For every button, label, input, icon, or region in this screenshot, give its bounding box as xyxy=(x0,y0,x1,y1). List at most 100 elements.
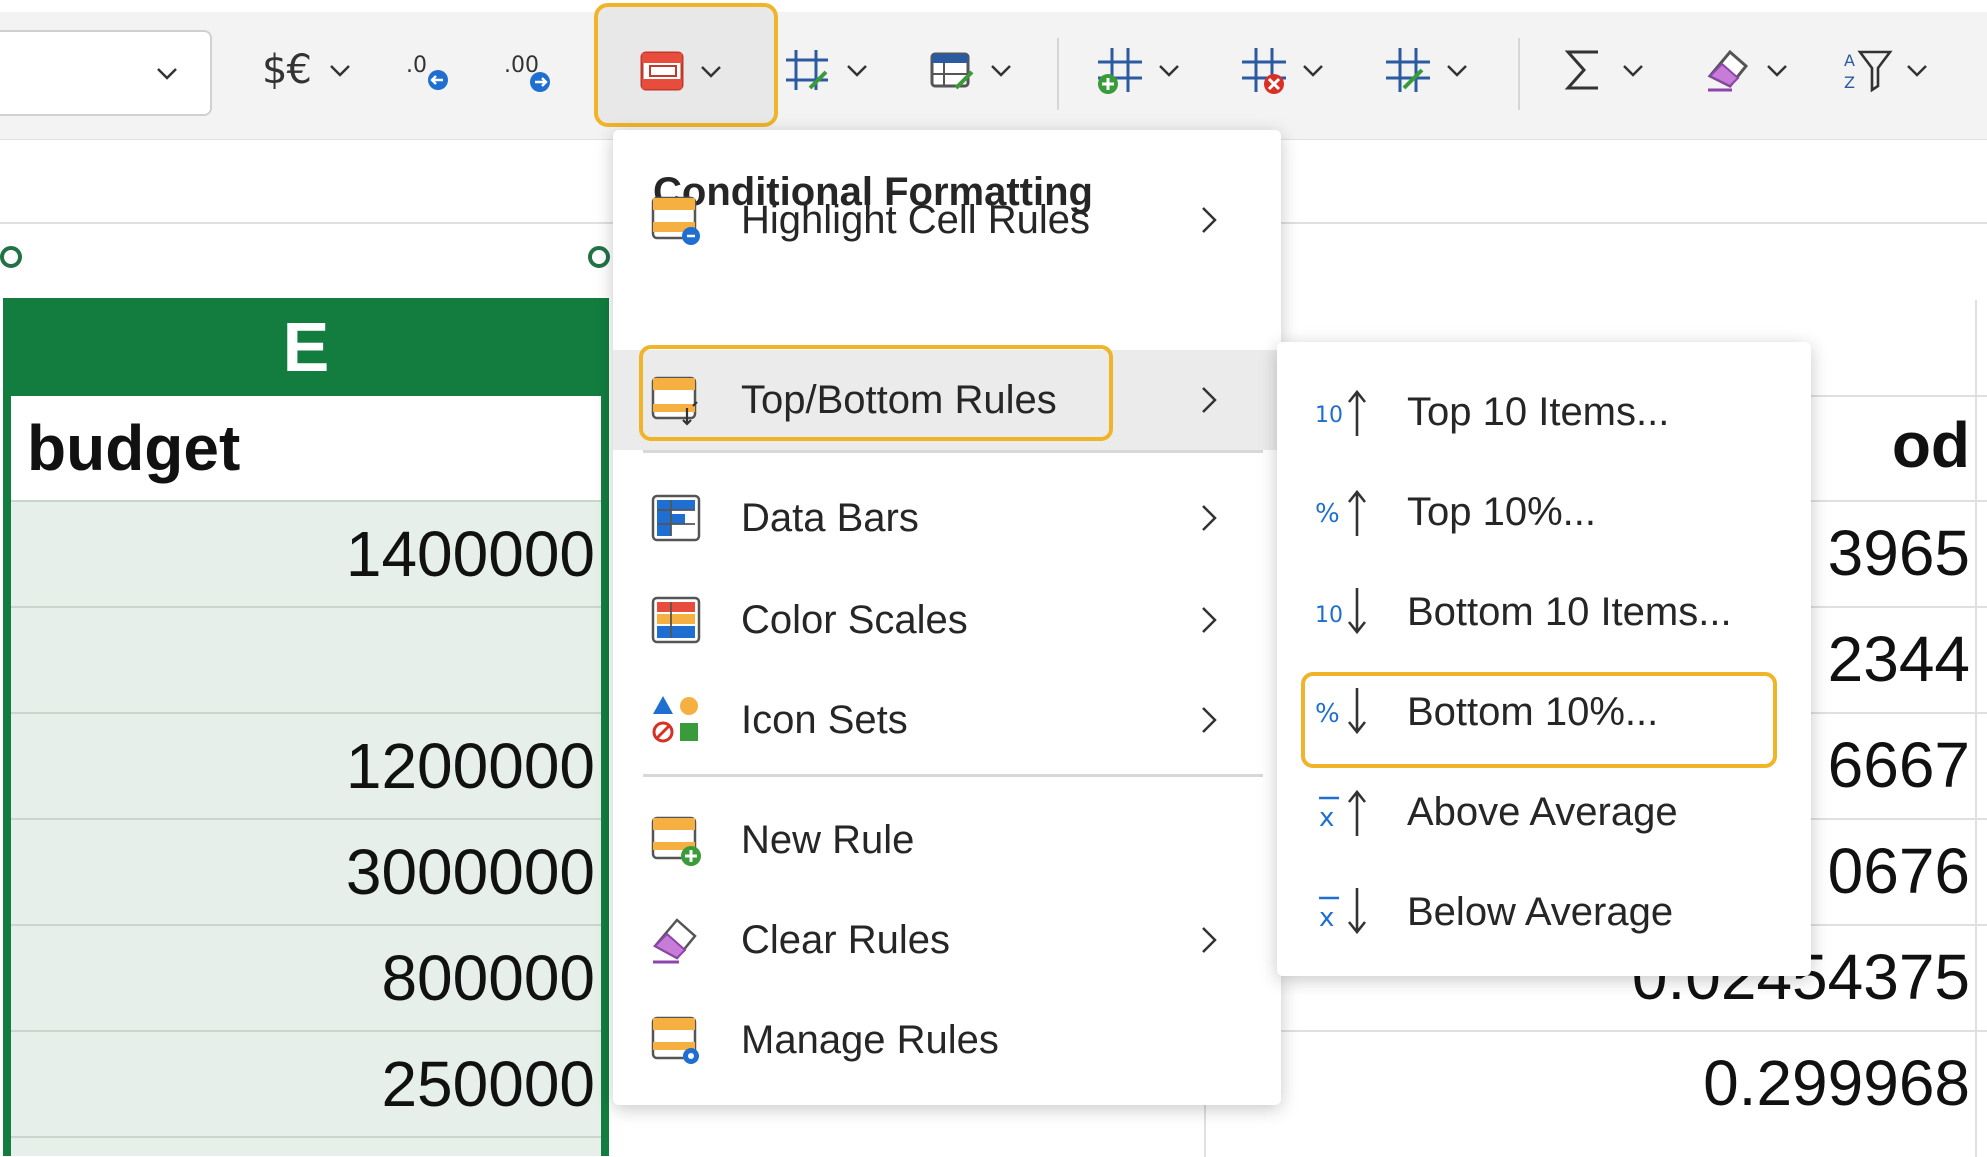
svg-text:%: % xyxy=(1315,499,1340,529)
color-scales-icon xyxy=(649,592,705,648)
gridline xyxy=(1975,300,1977,1157)
menu-item-new-rule[interactable]: New Rule xyxy=(613,790,1281,890)
eraser-icon xyxy=(1700,42,1756,98)
table-cell[interactable]: 3000000 xyxy=(11,820,601,926)
svg-text:x: x xyxy=(1319,903,1334,933)
menu-item-color-scales[interactable]: Color Scales xyxy=(613,570,1281,670)
clear-button[interactable] xyxy=(1700,40,1792,100)
chevron-down-icon xyxy=(1442,55,1472,85)
submenu-item-top-10-percent[interactable]: % Top 10%... xyxy=(1277,462,1811,562)
ribbon-toolbar: $€ .0 .00 A Z xyxy=(0,0,1987,140)
submenu-item-bottom-10-items[interactable]: 10 Bottom 10 Items... xyxy=(1277,562,1811,662)
toolbar-separator xyxy=(1518,38,1520,110)
toolbar-separator xyxy=(1057,38,1059,110)
menu-item-label: Clear Rules xyxy=(741,917,950,962)
conditional-formatting-icon xyxy=(634,43,690,99)
chevron-right-icon xyxy=(1191,500,1227,536)
chevron-right-icon xyxy=(1191,922,1227,958)
svg-text:x: x xyxy=(1319,803,1334,833)
sort-filter-icon: A Z xyxy=(1840,42,1896,98)
format-cells-icon xyxy=(1380,42,1436,98)
format-cells-button[interactable] xyxy=(1380,40,1472,100)
highlight-box xyxy=(639,345,1113,441)
delete-cells-icon xyxy=(1236,42,1292,98)
svg-text:10: 10 xyxy=(1315,403,1343,428)
icon-sets-icon xyxy=(649,692,705,748)
submenu-item-label: Bottom 10 Items... xyxy=(1407,589,1732,634)
decrease-decimal-icon: .0 xyxy=(400,42,456,98)
autosum-button[interactable] xyxy=(1556,40,1648,100)
top-bottom-rules-submenu: 10 Top 10 Items... % Top 10%... 10 Botto… xyxy=(1277,342,1811,976)
below-average-icon: x xyxy=(1313,882,1373,942)
menu-item-icon-sets[interactable]: Icon Sets xyxy=(613,670,1281,770)
table-cell[interactable]: 1400000 xyxy=(11,502,601,608)
increase-decimal-button[interactable]: .00 xyxy=(500,40,556,100)
selection-handle[interactable] xyxy=(588,246,610,268)
conditional-formatting-menu: Conditional Formatting Highlight Cell Ru… xyxy=(613,130,1281,1105)
selection-handle[interactable] xyxy=(0,246,22,268)
chevron-down-icon xyxy=(842,55,872,85)
cell-budget-header[interactable]: budget xyxy=(11,396,601,502)
svg-text:A: A xyxy=(1844,51,1855,70)
menu-item-label: Data Bars xyxy=(741,495,919,540)
menu-item-label: Highlight Cell Rules xyxy=(741,197,1091,242)
submenu-item-label: Above Average xyxy=(1407,789,1678,834)
svg-text:.0: .0 xyxy=(406,53,427,78)
svg-text:10: 10 xyxy=(1315,603,1343,628)
table-cell[interactable]: 800000 xyxy=(11,926,601,1032)
chevron-down-icon xyxy=(152,58,182,88)
chevron-right-icon xyxy=(1191,702,1227,738)
submenu-item-below-average[interactable]: x Below Average xyxy=(1277,862,1811,962)
increase-decimal-icon: .00 xyxy=(500,42,556,98)
chevron-down-icon xyxy=(1762,55,1792,85)
new-rule-icon xyxy=(649,812,705,868)
menu-item-label: New Rule xyxy=(741,817,915,862)
menu-item-manage-rules[interactable]: Manage Rules xyxy=(613,990,1281,1090)
delete-cells-button[interactable] xyxy=(1236,40,1328,100)
table-cell[interactable] xyxy=(11,608,601,714)
column-header-e[interactable]: E xyxy=(3,298,609,396)
format-as-table-button[interactable] xyxy=(780,40,872,100)
menu-item-data-bars[interactable]: Data Bars xyxy=(613,468,1281,568)
conditional-formatting-button[interactable] xyxy=(594,3,778,127)
decrease-decimal-button[interactable]: .0 xyxy=(400,40,456,100)
chevron-down-icon xyxy=(1154,55,1184,85)
highlight-box xyxy=(1301,672,1777,768)
format-as-table-icon xyxy=(780,42,836,98)
submenu-item-label: Top 10%... xyxy=(1407,489,1597,534)
menu-separator xyxy=(643,450,1263,453)
insert-cells-button[interactable] xyxy=(1092,40,1184,100)
table-cell[interactable]: 250000 xyxy=(11,1032,601,1138)
chevron-right-icon xyxy=(1191,202,1227,238)
above-average-icon: x xyxy=(1313,782,1373,842)
top-10-percent-icon: % xyxy=(1313,482,1373,542)
menu-item-label: Color Scales xyxy=(741,597,968,642)
table-cell[interactable]: 1200000 xyxy=(11,714,601,820)
menu-item-highlight-cell-rules[interactable]: Highlight Cell Rules xyxy=(613,170,1281,270)
table-cell[interactable]: 0.299968 xyxy=(1560,1046,1970,1120)
submenu-item-top-10-items[interactable]: 10 Top 10 Items... xyxy=(1277,362,1811,462)
bottom-10-items-icon: 10 xyxy=(1313,582,1373,642)
sort-filter-button[interactable]: A Z xyxy=(1840,40,1932,100)
eraser-icon xyxy=(649,912,705,968)
chevron-down-icon xyxy=(325,55,355,85)
data-bars-icon xyxy=(649,490,705,546)
selected-column-e[interactable]: budget 1400000 1200000 3000000 800000 25… xyxy=(3,396,609,1156)
highlight-cell-rules-icon xyxy=(649,192,705,248)
chevron-right-icon xyxy=(1191,382,1227,418)
svg-text:Z: Z xyxy=(1844,73,1855,92)
top-10-items-icon: 10 xyxy=(1313,382,1373,442)
currency-format-button[interactable]: $€ xyxy=(262,40,355,100)
number-format-dropdown[interactable] xyxy=(0,30,212,116)
chevron-down-icon xyxy=(696,56,726,86)
chevron-down-icon xyxy=(1902,55,1932,85)
currency-icon: $€ xyxy=(262,47,312,93)
insert-cells-icon xyxy=(1092,42,1148,98)
manage-rules-icon xyxy=(649,1012,705,1068)
chevron-down-icon xyxy=(986,55,1016,85)
menu-item-clear-rules[interactable]: Clear Rules xyxy=(613,890,1281,990)
chevron-down-icon xyxy=(1618,55,1648,85)
cell-styles-button[interactable] xyxy=(924,40,1016,100)
submenu-item-above-average[interactable]: x Above Average xyxy=(1277,762,1811,862)
chevron-down-icon xyxy=(1298,55,1328,85)
